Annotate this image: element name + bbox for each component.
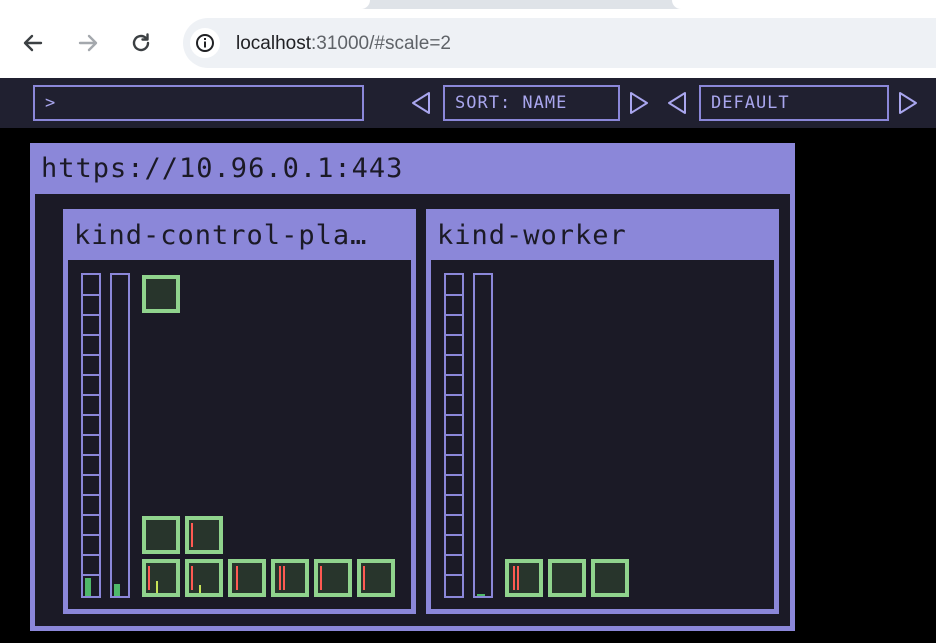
bar-segment-divider — [446, 514, 462, 516]
bar-segment-divider — [446, 374, 462, 376]
node-title: kind-worker — [431, 214, 774, 260]
memory-usage-fill — [477, 594, 485, 596]
arrow-left-icon — [23, 34, 43, 52]
triangle-left-icon — [668, 92, 686, 114]
bar-segment-divider — [446, 354, 462, 356]
pod[interactable] — [185, 516, 223, 554]
bar-segment-divider — [83, 334, 99, 336]
bar-segment-divider — [83, 474, 99, 476]
bar-segment-divider — [83, 354, 99, 356]
pod[interactable] — [142, 559, 180, 597]
url-host: localhost — [236, 33, 311, 54]
active-tab[interactable] — [0, 0, 370, 9]
triangle-right-icon — [630, 92, 648, 114]
sort-prev-button[interactable] — [408, 89, 434, 117]
site-info-button[interactable] — [190, 28, 220, 58]
memory-usage-fill — [114, 584, 120, 596]
bar-segment-divider — [446, 554, 462, 556]
pod-status-red — [320, 566, 322, 590]
url-text[interactable]: localhost:31000/#scale=2 — [236, 31, 451, 57]
pod[interactable] — [505, 559, 543, 597]
pod-status-red — [517, 566, 519, 590]
bar-segment-divider — [446, 474, 462, 476]
sort-next-button[interactable] — [626, 89, 652, 117]
bar-segment-divider — [83, 534, 99, 536]
pod[interactable] — [591, 559, 629, 597]
pod-status-red — [279, 566, 281, 590]
bar-segment-divider — [446, 314, 462, 316]
pod[interactable] — [314, 559, 352, 597]
memory-usage-bar — [110, 273, 130, 598]
pod[interactable] — [142, 275, 180, 313]
bar-segment-divider — [446, 434, 462, 436]
bar-segment-divider — [446, 414, 462, 416]
theme-next-button[interactable] — [895, 89, 921, 117]
cpu-usage-fill — [85, 578, 91, 596]
bar-segment-divider — [446, 394, 462, 396]
bar-segment-divider — [83, 514, 99, 516]
arrow-right-icon — [78, 34, 98, 52]
forward-button[interactable] — [70, 25, 106, 61]
bar-segment-divider — [83, 554, 99, 556]
memory-usage-bar — [473, 273, 493, 598]
pod-status-red — [191, 566, 193, 590]
bar-segment-divider — [83, 414, 99, 416]
filter-input[interactable]: > — [33, 85, 364, 121]
bar-segment-divider — [83, 574, 99, 576]
bar-segment-divider — [83, 374, 99, 376]
sort-selector[interactable]: SORT: NAME — [443, 85, 620, 121]
tab[interactable] — [672, 0, 936, 9]
bar-segment-divider — [83, 314, 99, 316]
pod-status-red — [236, 566, 238, 590]
pod-status-red — [513, 566, 515, 590]
pod[interactable] — [185, 559, 223, 597]
bar-segment-divider — [83, 454, 99, 456]
bar-segment-divider — [446, 494, 462, 496]
pod-status-red — [283, 566, 285, 590]
pod-status-red — [191, 523, 193, 547]
pod[interactable] — [548, 559, 586, 597]
pod[interactable] — [357, 559, 395, 597]
triangle-right-icon — [899, 92, 917, 114]
pod-status-red — [363, 566, 365, 590]
url-path: :31000/#scale=2 — [311, 33, 451, 54]
bar-segment-divider — [446, 294, 462, 296]
bar-segment-divider — [83, 494, 99, 496]
bar-segment-divider — [83, 434, 99, 436]
theme-selector[interactable]: DEFAULT — [699, 85, 889, 121]
pod-status-yellow — [199, 585, 201, 593]
theme-prev-button[interactable] — [664, 89, 690, 117]
pod[interactable] — [142, 516, 180, 554]
bar-segment-divider — [446, 574, 462, 576]
bar-segment-divider — [446, 334, 462, 336]
bar-segment-divider — [83, 394, 99, 396]
bar-segment-divider — [83, 294, 99, 296]
pod-status-yellow — [156, 581, 158, 593]
cpu-usage-bar — [444, 273, 464, 598]
bar-segment-divider — [446, 534, 462, 536]
triangle-left-icon — [412, 92, 430, 114]
back-button[interactable] — [15, 25, 51, 61]
pod[interactable] — [228, 559, 266, 597]
bar-segment-divider — [446, 454, 462, 456]
reload-button[interactable] — [123, 25, 159, 61]
pod-status-red — [148, 566, 150, 590]
cluster-title: https://10.96.0.1:443 — [35, 148, 790, 194]
info-icon — [196, 34, 214, 52]
cpu-usage-bar — [81, 273, 101, 598]
node-title: kind-control-pla… — [68, 214, 411, 260]
pod[interactable] — [271, 559, 309, 597]
reload-icon — [132, 33, 150, 52]
